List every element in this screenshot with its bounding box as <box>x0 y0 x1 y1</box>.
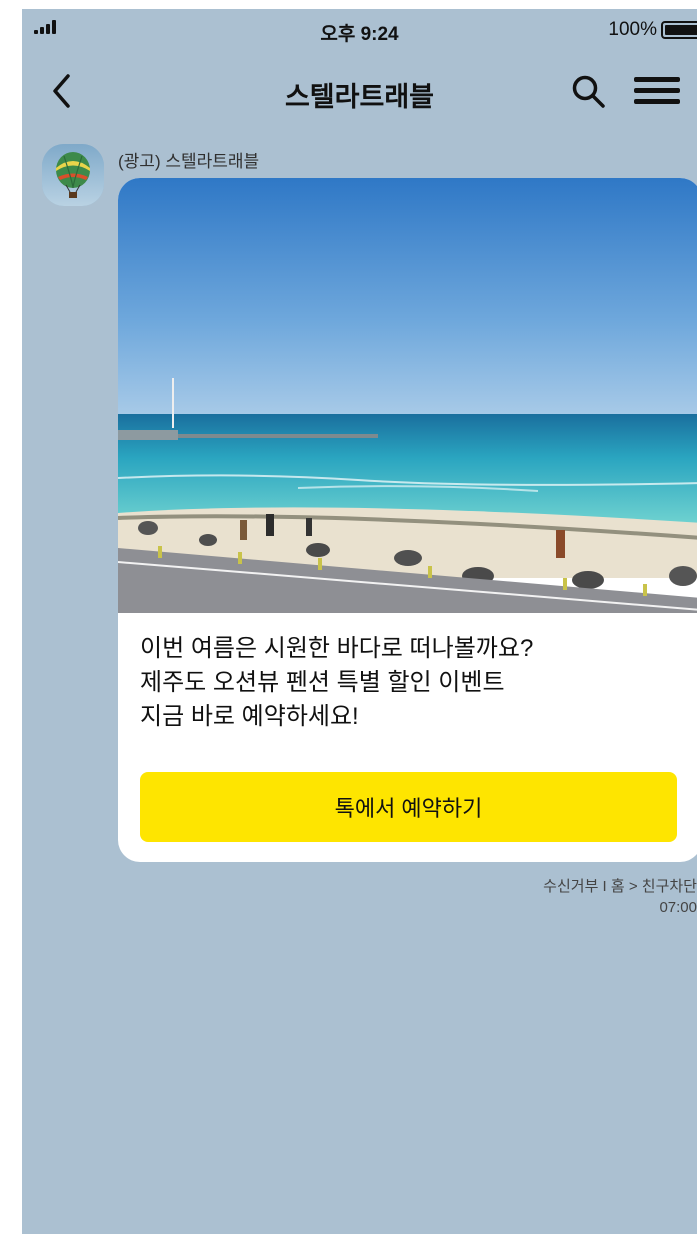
ad-line-2: 제주도 오션뷰 펜션 특별 할인 이벤트 <box>140 669 505 696</box>
hamburger-menu-icon <box>634 77 680 104</box>
menu-button[interactable] <box>634 77 680 107</box>
status-time: 오후 9:24 <box>320 24 399 45</box>
block-friend-path[interactable]: 홈 > 친구차단 <box>611 878 697 895</box>
avatar[interactable] <box>42 144 104 206</box>
search-icon <box>572 75 605 108</box>
message-time: 07:00 <box>659 899 697 916</box>
search-button[interactable] <box>570 73 608 111</box>
ad-message-bubble: 이번 여름은 시원한 바다로 떠나볼까요? 제주도 오션뷰 펜션 특별 할인 이… <box>118 178 697 862</box>
footer-separator: I <box>602 878 607 895</box>
chat-header: 스텔라트래블 <box>22 61 697 121</box>
ad-footer-links: 수신거부 I 홈 > 친구차단 <box>543 875 697 896</box>
unsubscribe-link[interactable]: 수신거부 <box>543 878 598 895</box>
ad-message-text: 이번 여름은 시원한 바다로 떠나볼까요? 제주도 오션뷰 펜션 특별 할인 이… <box>140 632 533 734</box>
beach-photo[interactable] <box>118 178 697 613</box>
ad-line-3: 지금 바로 예약하세요! <box>140 703 359 730</box>
battery-icon <box>661 21 697 39</box>
book-in-talk-button[interactable]: 톡에서 예약하기 <box>140 772 677 842</box>
chat-screen: 오후 9:24 100% 스텔라트래블 (광고) 스텔라트래블 이번 여름은 시… <box>22 9 697 1234</box>
battery-percent: 100% <box>608 19 657 40</box>
status-bar: 오후 9:24 100% <box>22 9 697 49</box>
sender-name: (광고) 스텔라트래블 <box>118 152 260 171</box>
ad-line-1: 이번 여름은 시원한 바다로 떠나볼까요? <box>140 635 534 662</box>
hot-air-balloon-icon <box>42 144 104 206</box>
